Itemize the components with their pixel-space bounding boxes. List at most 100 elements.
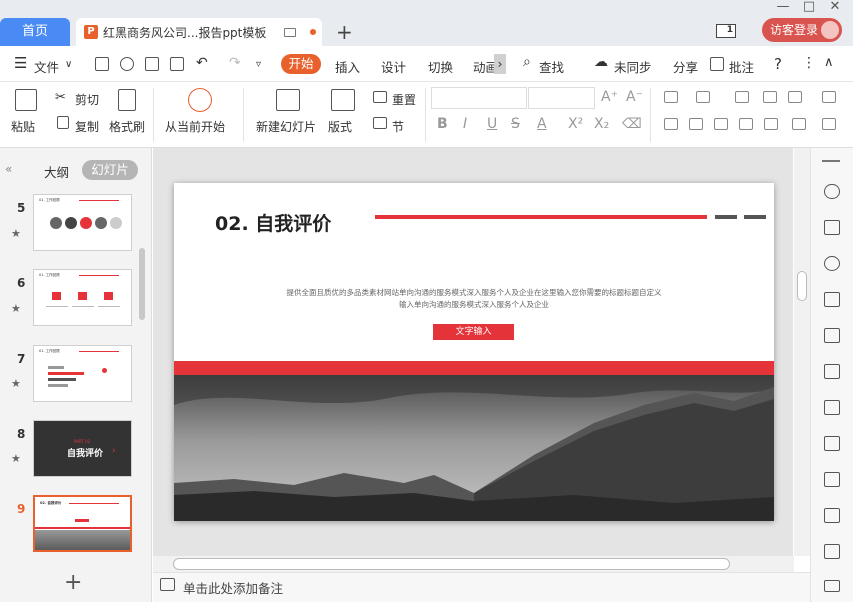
sound-icon[interactable] (824, 580, 840, 592)
visitor-login-button[interactable]: 访客登录 (762, 18, 842, 42)
format-painter-button[interactable]: 格式刷 (109, 118, 145, 135)
more-icon[interactable]: ⋮ (802, 55, 816, 71)
text-input-button[interactable]: 文字输入 (433, 324, 514, 340)
reset-icon[interactable] (373, 91, 387, 103)
notes-placeholder[interactable]: 单击此处添加备注 (183, 578, 283, 597)
bold-button[interactable]: B (437, 116, 448, 132)
layout-button[interactable]: 版式 (328, 118, 352, 135)
font-size-select[interactable] (528, 87, 595, 109)
chart-icon[interactable] (824, 364, 840, 379)
slide-thumbnail-9[interactable]: 02. 自我评价 (33, 495, 132, 552)
strikethrough-button[interactable]: S (511, 116, 520, 132)
vertical-scroll-thumb[interactable] (797, 271, 807, 301)
export-icon[interactable] (120, 57, 134, 71)
new-slide-icon[interactable] (276, 89, 300, 111)
horizontal-scroll-thumb[interactable] (173, 558, 730, 570)
decrease-indent-icon[interactable] (735, 91, 749, 103)
from-current-button[interactable]: 从当前开始 (165, 118, 225, 135)
vertical-align-icon[interactable] (792, 118, 806, 130)
scissors-icon[interactable]: ✂ (55, 90, 66, 105)
search-button[interactable]: 查找 (539, 57, 564, 76)
align-center-icon[interactable] (689, 118, 703, 130)
tab-slides[interactable]: 幻灯片 (82, 160, 138, 180)
undo-icon[interactable]: ↶ (196, 55, 208, 71)
print-preview-icon[interactable] (170, 57, 184, 71)
grid-icon[interactable] (824, 328, 840, 343)
new-tab-button[interactable]: + (336, 20, 353, 44)
paste-icon[interactable] (15, 89, 37, 111)
collapse-panel-icon[interactable]: « (5, 162, 12, 176)
copy-icon[interactable] (57, 116, 69, 129)
shape-icon[interactable] (824, 256, 840, 271)
vertical-scrollbar[interactable] (794, 148, 810, 556)
slide-thumbnail-8[interactable]: PART 02 自我评价 › (33, 420, 132, 477)
annotate-icon[interactable] (710, 57, 724, 71)
customize-icon[interactable]: ▿ (256, 59, 261, 70)
italic-button[interactable]: I (463, 116, 467, 132)
tab-switch[interactable]: 切换 (428, 57, 453, 76)
minimize-button[interactable]: — (772, 0, 794, 14)
print-icon[interactable] (145, 57, 159, 71)
image-icon[interactable] (824, 436, 840, 451)
reset-button[interactable]: 重置 (392, 91, 416, 108)
collapse-ribbon-icon[interactable]: ∧ (824, 55, 834, 70)
align-right-icon[interactable] (714, 118, 728, 130)
layout-icon[interactable] (331, 89, 355, 111)
slide-thumbnail-6[interactable]: 01. 工作回顾 (33, 269, 132, 326)
slide-thumbnail-5[interactable]: 01. 工作回顾 (33, 194, 132, 251)
text-direction-icon[interactable] (788, 91, 802, 103)
cut-button[interactable]: 剪切 (75, 91, 99, 108)
sidebar-menu-icon[interactable] (822, 160, 840, 162)
home-tab[interactable]: 首页 (0, 18, 70, 46)
new-slide-button[interactable]: 新建幻灯片 (256, 118, 316, 135)
copy-button[interactable]: 复制 (75, 118, 99, 135)
panel-scrollbar[interactable] (139, 248, 145, 320)
bullet-list-icon[interactable] (664, 91, 678, 103)
slide-description[interactable]: 提供全面且质优的多品类素材网站单向沟通的服务模式深入服务个人及企业在这里输入您你… (274, 287, 674, 311)
maximize-button[interactable]: □ (798, 0, 820, 14)
settings-icon[interactable] (824, 400, 840, 415)
font-family-select[interactable] (431, 87, 527, 109)
save-icon[interactable] (95, 57, 109, 71)
numbered-list-icon[interactable] (696, 91, 710, 103)
format-painter-icon[interactable] (118, 89, 136, 111)
share-button[interactable]: 分享 (673, 57, 698, 76)
section-button[interactable]: 节 (392, 118, 404, 135)
eraser-icon[interactable]: ⌫ (622, 116, 642, 132)
picture-icon[interactable] (824, 544, 840, 559)
font-increase-icon[interactable]: A⁺ (601, 89, 618, 105)
tab-scroll-right[interactable]: › (494, 54, 506, 74)
justify-icon[interactable] (739, 118, 753, 130)
align-left-icon[interactable] (664, 118, 678, 130)
underline-button[interactable]: U (487, 116, 497, 132)
font-decrease-icon[interactable]: A⁻ (626, 89, 643, 105)
file-menu[interactable]: 文件 (34, 57, 59, 76)
search-icon[interactable]: ⌕ (523, 54, 531, 70)
magic-icon[interactable] (824, 184, 840, 199)
add-slide-button[interactable]: + (64, 570, 82, 595)
slide-title[interactable]: 02. 自我评价 (215, 209, 331, 236)
window-counter-icon[interactable]: 1 (716, 24, 736, 38)
distribute-icon[interactable] (764, 118, 778, 130)
current-slide[interactable]: 02. 自我评价 提供全面且质优的多品类素材网站单向沟通的服务模式深入服务个人及… (174, 183, 774, 521)
tab-outline[interactable]: 大纲 (44, 162, 69, 181)
tab-insert[interactable]: 插入 (335, 57, 360, 76)
replace-icon[interactable] (824, 220, 840, 235)
line-spacing-icon[interactable] (822, 91, 836, 103)
cloud-sync-icon[interactable]: ☁ (594, 54, 608, 70)
document-tab[interactable]: P 红黑商务风公司...报告ppt模板 (76, 18, 322, 46)
style-icon[interactable] (824, 292, 840, 307)
close-button[interactable]: ✕ (824, 0, 846, 14)
annotate-button[interactable]: 批注 (729, 57, 754, 76)
chevron-down-icon[interactable]: ∨ (65, 59, 72, 70)
superscript-button[interactable]: X² (568, 116, 583, 132)
archive-icon[interactable] (824, 508, 840, 523)
play-icon[interactable] (188, 88, 212, 112)
hamburger-icon[interactable]: ☰ (14, 54, 27, 72)
subscript-button[interactable]: X₂ (594, 116, 609, 132)
monitor-icon[interactable] (284, 27, 296, 37)
paste-button[interactable]: 粘贴 (11, 118, 35, 135)
font-color-button[interactable]: A (537, 116, 547, 132)
tab-start[interactable]: 开始 (281, 54, 321, 74)
section-icon[interactable] (373, 117, 387, 129)
